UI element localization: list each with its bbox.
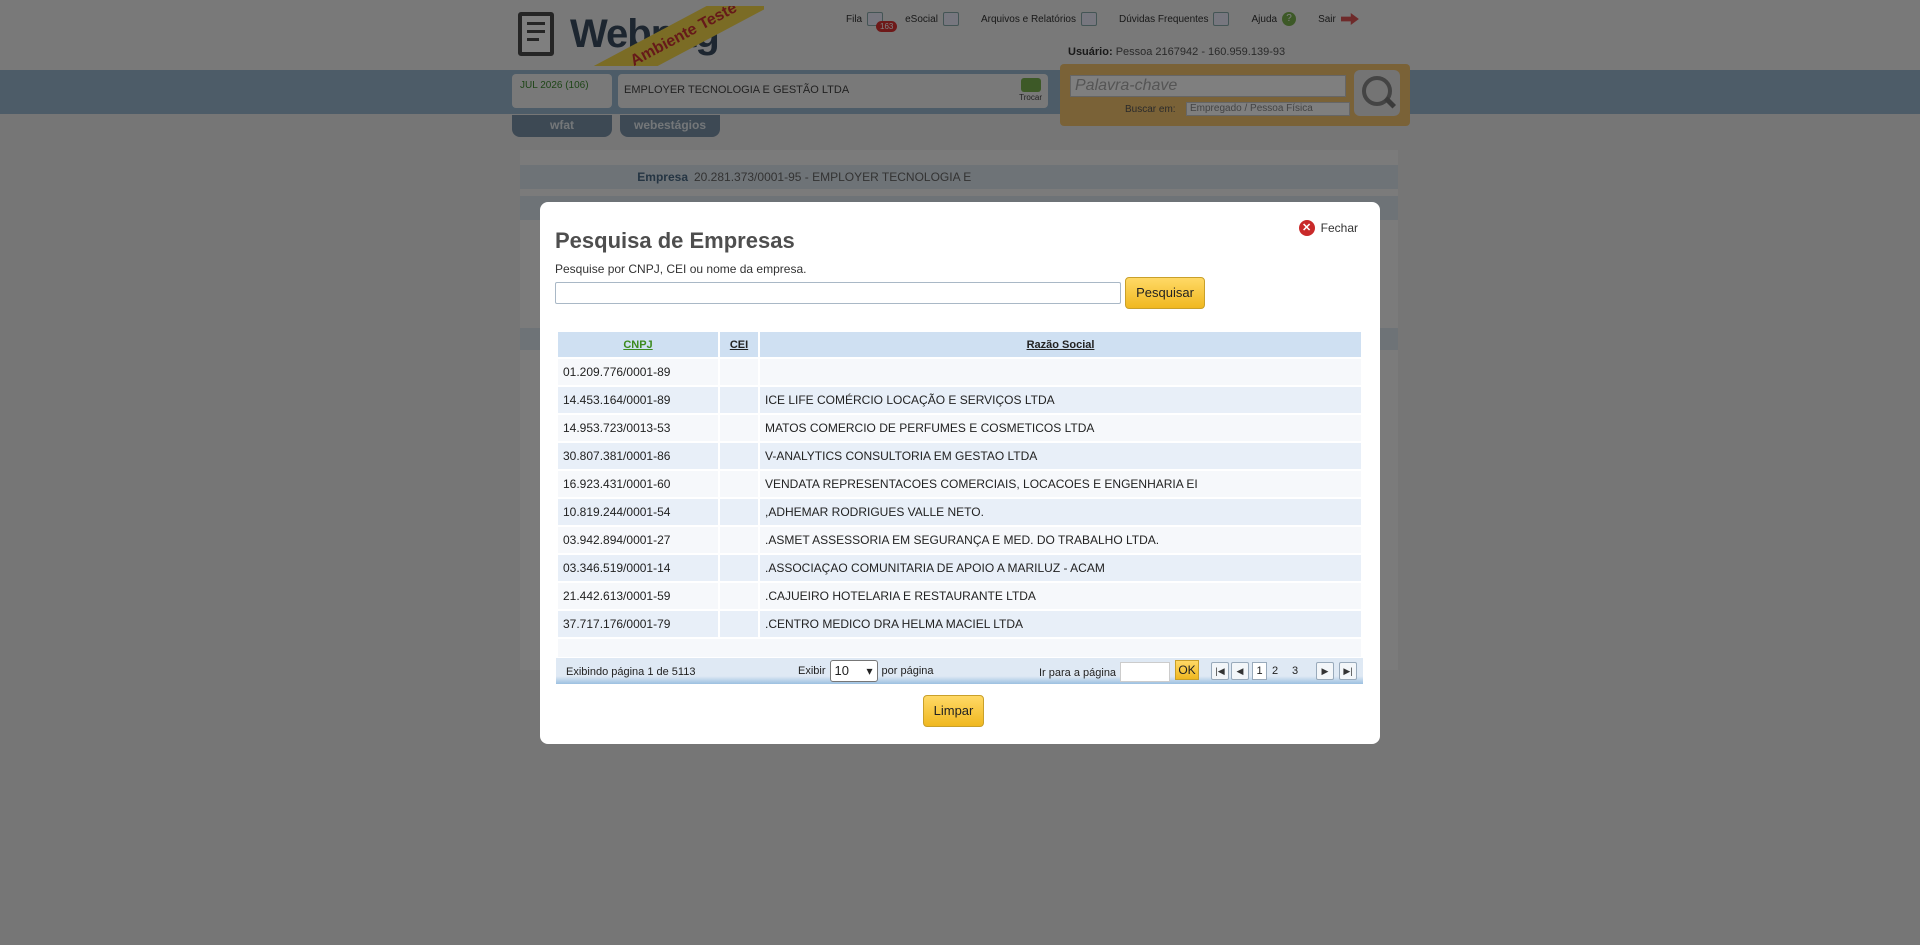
table-row[interactable]: 03.942.894/0001-27 .ASMET ASSESSORIA EM S… (558, 527, 1361, 553)
results-table: CNPJ CEI Razão Social 01.209.776/0001-89… (556, 330, 1363, 659)
razao-social-cell (760, 359, 1361, 385)
page-number-3[interactable]: 3 (1292, 665, 1298, 677)
close-label: Fechar (1320, 221, 1358, 235)
table-row[interactable]: 14.453.164/0001-89 ICE LIFE COMÉRCIO LOCA… (558, 387, 1361, 413)
cei-cell (720, 443, 758, 469)
per-page-control: Exibir 10 por página (798, 660, 934, 682)
table-row[interactable]: 10.819.244/0001-54 ,ADHEMAR RODRIGUES VAL… (558, 499, 1361, 525)
first-page-icon[interactable]: |◀ (1211, 662, 1229, 680)
page-info: Exibindo página 1 de 5113 (566, 666, 696, 678)
table-header-row: CNPJ CEI Razão Social (558, 332, 1361, 357)
cnpj-cell: 30.807.381/0001-86 (558, 443, 718, 469)
razao-social-cell: VENDATA REPRESENTACOES COMERCIAIS, LOCAC… (760, 471, 1361, 497)
razao-social-cell: ICE LIFE COMÉRCIO LOCAÇÃO E SERVIÇOS LTD… (760, 387, 1361, 413)
table-row[interactable]: 21.442.613/0001-59 .CAJUEIRO HOTELARIA E … (558, 583, 1361, 609)
cei-cell (720, 611, 758, 637)
table-filler-row (558, 639, 1361, 657)
razao-social-cell: V-ANALYTICS CONSULTORIA EM GESTAO LTDA (760, 443, 1361, 469)
cnpj-cell: 16.923.431/0001-60 (558, 471, 718, 497)
cnpj-cell: 10.819.244/0001-54 (558, 499, 718, 525)
cnpj-cell: 03.346.519/0001-14 (558, 555, 718, 581)
cei-cell (720, 527, 758, 553)
search-instruction: Pesquise por CNPJ, CEI ou nome da empres… (555, 262, 807, 276)
company-search-input[interactable] (555, 282, 1121, 304)
cei-cell (720, 471, 758, 497)
cei-cell (720, 555, 758, 581)
cei-cell (720, 387, 758, 413)
per-page-suffix: por página (881, 665, 934, 677)
company-search-modal: Pesquisa de Empresas ✕ Fechar Pesquise p… (540, 202, 1380, 744)
cnpj-cell: 14.953.723/0013-53 (558, 415, 718, 441)
cnpj-cell: 03.942.894/0001-27 (558, 527, 718, 553)
pagination-bar: Exibindo página 1 de 5113 Exibir 10 por … (556, 658, 1363, 684)
per-page-select[interactable]: 10 (829, 660, 878, 682)
page-number-1[interactable]: 1 (1252, 662, 1267, 680)
column-header-cei[interactable]: CEI (720, 332, 758, 357)
cnpj-cell: 14.453.164/0001-89 (558, 387, 718, 413)
next-page-icon[interactable]: ▶ (1316, 662, 1334, 680)
goto-ok-button[interactable]: OK (1175, 660, 1199, 680)
razao-social-cell: MATOS COMERCIO DE PERFUMES E COSMETICOS … (760, 415, 1361, 441)
close-icon: ✕ (1298, 220, 1315, 236)
cei-cell (720, 583, 758, 609)
cei-cell (720, 415, 758, 441)
page-number-2[interactable]: 2 (1272, 665, 1278, 677)
cnpj-cell: 37.717.176/0001-79 (558, 611, 718, 637)
table-row[interactable]: 16.923.431/0001-60 VENDATA REPRESENTACOES… (558, 471, 1361, 497)
table-row[interactable]: 30.807.381/0001-86 V-ANALYTICS CONSULTORI… (558, 443, 1361, 469)
last-page-icon[interactable]: ▶| (1339, 662, 1357, 680)
goto-page-input[interactable] (1120, 662, 1170, 682)
cnpj-cell: 01.209.776/0001-89 (558, 359, 718, 385)
table-body: 01.209.776/0001-89 14.453.164/0001-89 ICE … (558, 359, 1361, 657)
filler-cell (558, 639, 1361, 657)
cei-cell (720, 499, 758, 525)
close-button[interactable]: ✕ Fechar (1298, 220, 1358, 236)
modal-title: Pesquisa de Empresas (555, 228, 795, 253)
show-label: Exibir (798, 665, 826, 677)
razao-social-cell: .ASMET ASSESSORIA EM SEGURANÇA E MED. DO… (760, 527, 1361, 553)
table-row[interactable]: 14.953.723/0013-53 MATOS COMERCIO DE PERF… (558, 415, 1361, 441)
goto-page-label: Ir para a página (1039, 667, 1117, 679)
prev-page-icon[interactable]: ◀ (1231, 662, 1249, 680)
column-header-razao-social[interactable]: Razão Social (760, 332, 1361, 357)
razao-social-cell: ,ADHEMAR RODRIGUES VALLE NETO. (760, 499, 1361, 525)
search-button[interactable]: Pesquisar (1125, 277, 1205, 309)
column-header-cnpj[interactable]: CNPJ (558, 332, 718, 357)
razao-social-cell: .CENTRO MEDICO DRA HELMA MACIEL LTDA (760, 611, 1361, 637)
razao-social-cell: .CAJUEIRO HOTELARIA E RESTAURANTE LTDA (760, 583, 1361, 609)
table-row[interactable]: 01.209.776/0001-89 (558, 359, 1361, 385)
table-row[interactable]: 03.346.519/0001-14 .ASSOCIAÇAO COMUNITARI… (558, 555, 1361, 581)
razao-social-cell: .ASSOCIAÇAO COMUNITARIA DE APOIO A MARIL… (760, 555, 1361, 581)
clear-button[interactable]: Limpar (923, 695, 984, 727)
table-row[interactable]: 37.717.176/0001-79 .CENTRO MEDICO DRA HEL… (558, 611, 1361, 637)
cnpj-cell: 21.442.613/0001-59 (558, 583, 718, 609)
cei-cell (720, 359, 758, 385)
